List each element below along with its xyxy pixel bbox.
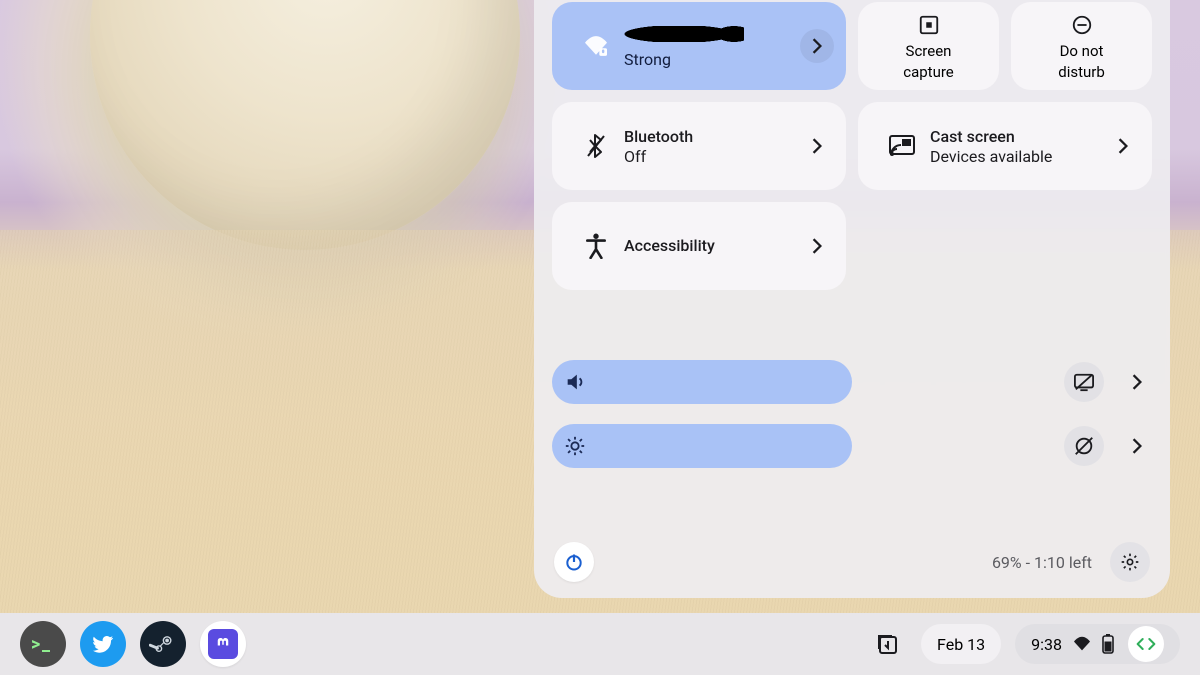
brightness-slider[interactable] xyxy=(552,424,852,468)
dnd-label-1: Do not xyxy=(1060,43,1104,60)
volume-track[interactable] xyxy=(870,360,1046,404)
audio-expand[interactable] xyxy=(1122,374,1152,390)
screen-capture-tile[interactable]: Screen capture xyxy=(858,2,999,90)
quick-settings-panel: Strong Screen capture Do not disturb xyxy=(534,0,1170,598)
battery-text: 69% - 1:10 left xyxy=(992,553,1092,572)
screen-capture-icon xyxy=(918,11,940,39)
night-light-off-icon xyxy=(1073,435,1095,457)
bluetooth-title: Bluetooth xyxy=(624,127,800,147)
brightness-track[interactable] xyxy=(870,424,1046,468)
calendar-date: Feb 13 xyxy=(937,635,985,654)
volume-slider[interactable] xyxy=(552,360,852,404)
brightness-row xyxy=(552,424,1152,468)
gear-icon xyxy=(1120,552,1140,572)
status-area[interactable]: 9:38 xyxy=(1015,624,1180,664)
cast-title: Cast screen xyxy=(930,127,1106,147)
app-terminal[interactable] xyxy=(20,621,66,667)
brightness-icon xyxy=(564,435,586,457)
dev-mode-icon xyxy=(1136,637,1156,651)
wifi-icon xyxy=(574,35,618,57)
mastodon-icon xyxy=(208,629,238,659)
phone-hub-icon xyxy=(875,632,899,656)
audio-output-icon xyxy=(1073,372,1095,392)
wifi-labels: Strong xyxy=(618,24,800,69)
wifi-name-redacted xyxy=(624,26,744,42)
phone-hub-button[interactable] xyxy=(867,624,907,664)
status-time: 9:38 xyxy=(1031,635,1062,654)
app-steam[interactable] xyxy=(140,621,186,667)
power-button[interactable] xyxy=(554,542,594,582)
dnd-label-2: disturb xyxy=(1058,64,1105,81)
cast-expand[interactable] xyxy=(1106,129,1140,163)
accessibility-title: Accessibility xyxy=(624,236,800,256)
cast-tile[interactable]: Cast screen Devices available xyxy=(858,102,1152,190)
display-expand[interactable] xyxy=(1122,438,1152,454)
cast-subtitle: Devices available xyxy=(930,147,1106,166)
dnd-tile[interactable]: Do not disturb xyxy=(1011,2,1152,90)
status-battery-icon xyxy=(1102,634,1114,654)
steam-icon xyxy=(149,630,177,658)
bluetooth-off-icon xyxy=(574,133,618,159)
volume-icon xyxy=(564,371,586,393)
screen-capture-label-2: capture xyxy=(903,64,954,81)
wifi-tile[interactable]: Strong xyxy=(552,2,846,90)
accessibility-tile[interactable]: Accessibility xyxy=(552,202,846,290)
shelf: Feb 13 9:38 xyxy=(0,613,1200,675)
calendar-pill[interactable]: Feb 13 xyxy=(921,624,1001,664)
cast-icon xyxy=(880,135,924,157)
settings-button[interactable] xyxy=(1110,542,1150,582)
dnd-icon xyxy=(1071,11,1093,39)
bluetooth-status: Off xyxy=(624,147,800,166)
twitter-icon xyxy=(91,632,115,656)
status-wifi-icon xyxy=(1072,636,1092,652)
night-light-button[interactable] xyxy=(1064,426,1104,466)
app-mastodon[interactable] xyxy=(200,621,246,667)
audio-output-button[interactable] xyxy=(1064,362,1104,402)
accessibility-icon xyxy=(574,233,618,259)
volume-row xyxy=(552,360,1152,404)
accessibility-expand[interactable] xyxy=(800,229,834,263)
wifi-strength: Strong xyxy=(624,50,800,69)
bluetooth-tile[interactable]: Bluetooth Off xyxy=(552,102,846,190)
dev-mode-button[interactable] xyxy=(1128,626,1164,662)
screen-capture-label-1: Screen xyxy=(906,43,952,60)
wifi-expand[interactable] xyxy=(800,29,834,63)
power-icon xyxy=(564,552,584,572)
bluetooth-expand[interactable] xyxy=(800,129,834,163)
app-twitter[interactable] xyxy=(80,621,126,667)
